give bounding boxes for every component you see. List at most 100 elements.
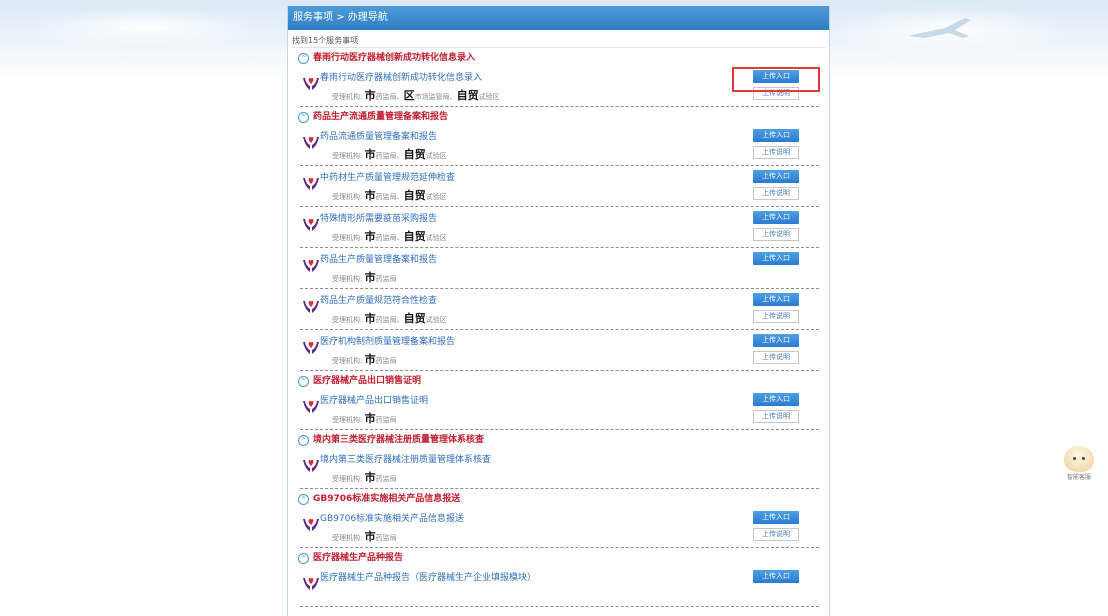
upload-instructions-button[interactable]: 上传说明	[753, 146, 799, 159]
service-item-org: 受理机构: 市药监局	[332, 528, 397, 544]
group-header[interactable]: ^ 医疗器械产品出口销售证明	[294, 373, 823, 389]
service-item-org: 受理机构: 市药监局	[332, 410, 397, 426]
org-prefix: 自贸	[456, 89, 479, 102]
org-prefix: 市	[364, 189, 376, 202]
org-prefix: 市	[364, 312, 376, 325]
collapse-circle-icon[interactable]: ^	[298, 493, 309, 505]
org-name: 试验区	[425, 152, 447, 160]
hands-heart-icon	[303, 301, 319, 313]
hands-heart-icon	[303, 137, 319, 149]
upload-entry-button[interactable]: 上传入口	[753, 211, 799, 224]
group-header[interactable]: ^ 药品生产流通质量管理备案和报告	[294, 109, 823, 125]
org-prefix: 自贸	[403, 189, 426, 202]
upload-instructions-button[interactable]: 上传说明	[753, 228, 799, 241]
service-item: 医疗机构制剂质量管理备案和报告 受理机构: 市药监局 上传入口 上传说明	[300, 330, 819, 371]
org-label: 受理机构:	[332, 357, 363, 365]
org-label: 受理机构:	[332, 93, 363, 101]
airplane-icon	[907, 18, 971, 38]
upload-instructions-button[interactable]: 上传说明	[753, 410, 799, 423]
hands-heart-icon	[303, 219, 319, 231]
org-name: 药监局、	[375, 93, 404, 101]
service-group: ^ 医疗器械产品出口销售证明医疗器械产品出口销售证明受理机构: 市药监局 上传入口上…	[294, 373, 823, 430]
collapse-circle-icon[interactable]: ^	[298, 434, 309, 446]
upload-entry-button[interactable]: 上传入口	[753, 393, 799, 406]
service-group: ^ 医疗器械生产品种报告医疗器械生产品种报告（医疗器械生产企业填报模块） 上传入口	[294, 550, 823, 607]
group-title: 药品生产流通质量管理备案和报告	[313, 112, 449, 122]
service-item-link[interactable]: 医疗器械产品出口销售证明	[320, 393, 428, 406]
service-item-link[interactable]: 中药材生产质量管理规范延伸检查	[320, 170, 455, 183]
service-item-org: 受理机构: 市药监局、自贸试验区	[332, 228, 447, 244]
service-item-link[interactable]: GB9706标准实施相关产品信息报送	[320, 511, 464, 524]
org-label: 受理机构:	[332, 152, 363, 160]
org-name: 试验区	[425, 193, 447, 201]
org-name: 药监局	[375, 275, 397, 283]
group-title: 春雨行动医疗器械创新成功转化信息录入	[313, 53, 476, 63]
group-header[interactable]: ^ 医疗器械生产品种报告	[294, 550, 823, 566]
org-name: 试验区	[425, 316, 447, 324]
org-prefix: 市	[364, 230, 376, 243]
hands-heart-icon	[303, 78, 319, 90]
service-item-org: 受理机构: 市药监局、自贸试验区	[332, 146, 447, 162]
org-prefix: 区	[403, 89, 415, 102]
assistant-avatar-icon[interactable]	[1064, 446, 1094, 472]
upload-entry-button[interactable]: 上传入口	[753, 252, 799, 265]
service-item-link[interactable]: 春雨行动医疗器械创新成功转化信息录入	[320, 70, 482, 83]
group-header[interactable]: ^ 春雨行动医疗器械创新成功转化信息录入	[294, 50, 823, 66]
service-item: 特殊情形所需要疫苗采购报告受理机构: 市药监局、自贸试验区 上传入口上传说明	[300, 207, 819, 248]
upload-entry-button[interactable]: 上传入口	[753, 170, 799, 183]
service-item-link[interactable]: 医疗机构制剂质量管理备案和报告	[320, 334, 455, 347]
hands-heart-icon	[303, 178, 319, 190]
service-item-org: 受理机构: 市药监局、自贸试验区	[332, 310, 447, 326]
group-title: GB9706标准实施相关产品信息报送	[313, 494, 461, 504]
hands-heart-icon	[303, 519, 319, 531]
org-name: 药监局、	[375, 316, 404, 324]
collapse-circle-icon[interactable]: ^	[298, 375, 309, 387]
breadcrumb: 服务事项 > 办理导航	[288, 6, 829, 30]
service-item-link[interactable]: 特殊情形所需要疫苗采购报告	[320, 211, 437, 224]
org-prefix: 市	[364, 148, 376, 161]
upload-instructions-button[interactable]: 上传说明	[753, 187, 799, 200]
upload-entry-button[interactable]: 上传入口	[753, 129, 799, 142]
org-prefix: 市	[364, 89, 376, 102]
upload-instructions-button[interactable]: 上传说明	[753, 528, 799, 541]
org-label: 受理机构:	[332, 475, 363, 483]
org-name: 药监局、	[375, 234, 404, 242]
upload-instructions-button[interactable]: 上传说明	[753, 351, 799, 364]
service-item-link[interactable]: 药品流通质量管理备案和报告	[320, 129, 437, 142]
org-prefix: 自贸	[403, 312, 426, 325]
cloud-decoration	[30, 8, 260, 48]
hands-heart-icon	[303, 460, 319, 472]
collapse-circle-icon[interactable]: ^	[298, 52, 309, 64]
group-title: 境内第三类医疗器械注册质量管理体系核查	[313, 435, 485, 445]
group-header[interactable]: ^ 境内第三类医疗器械注册质量管理体系核查	[294, 432, 823, 448]
hands-heart-icon	[303, 578, 319, 590]
org-name: 药监局	[375, 357, 397, 365]
result-count: 找到15个服务事项	[292, 35, 825, 48]
upload-entry-button[interactable]: 上传入口	[753, 570, 799, 583]
assistant-widget[interactable]: 智能客服	[1060, 446, 1098, 488]
hands-heart-icon	[303, 401, 319, 413]
org-name: 药监局、	[375, 152, 404, 160]
org-name: 市场监管局、	[414, 93, 457, 101]
service-item-org: 受理机构: 市药监局、自贸试验区	[332, 187, 447, 203]
service-item-link[interactable]: 药品生产质量规范符合性检查	[320, 293, 437, 306]
highlight-annotation	[732, 67, 820, 92]
service-item-link[interactable]: 医疗器械生产品种报告（医疗器械生产企业填报模块）	[320, 570, 536, 583]
service-item-link[interactable]: 药品生产质量管理备案和报告	[320, 252, 437, 265]
hands-heart-icon	[303, 342, 319, 354]
service-item-org: 受理机构: 市药监局	[332, 469, 397, 485]
collapse-circle-icon[interactable]: ^	[298, 111, 309, 123]
service-item-link[interactable]: 境内第三类医疗器械注册质量管理体系核查	[320, 452, 491, 465]
upload-entry-button[interactable]: 上传入口	[753, 511, 799, 524]
org-label: 受理机构:	[332, 234, 363, 242]
service-item-org: 受理机构: 市药监局	[332, 269, 397, 285]
group-header[interactable]: ^ GB9706标准实施相关产品信息报送	[294, 491, 823, 507]
service-item: 药品生产质量管理备案和报告受理机构: 市药监局 上传入口	[300, 248, 819, 289]
upload-entry-button[interactable]: 上传入口	[753, 334, 799, 347]
org-name: 药监局、	[375, 193, 404, 201]
upload-instructions-button[interactable]: 上传说明	[753, 310, 799, 323]
upload-entry-button[interactable]: 上传入口	[753, 293, 799, 306]
collapse-circle-icon[interactable]: ^	[298, 552, 309, 564]
service-list: ^ 春雨行动医疗器械创新成功转化信息录入 春雨行动医疗器械创新成功转化信息录入 受理机…	[288, 50, 829, 607]
org-name: 药监局	[375, 534, 397, 542]
